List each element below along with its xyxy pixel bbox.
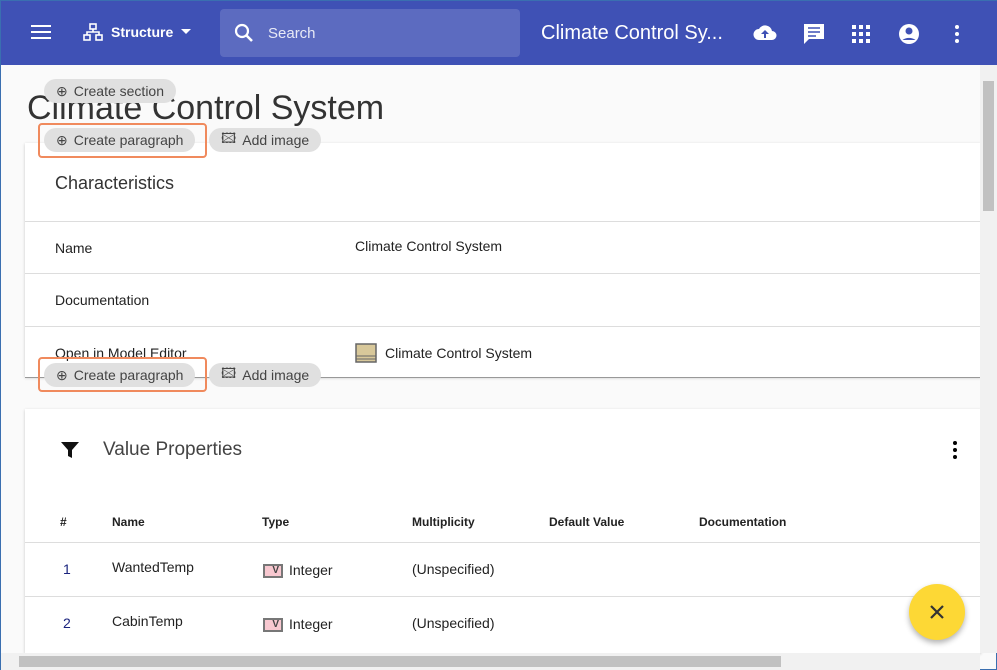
create-paragraph-label: Create paragraph	[73, 132, 184, 148]
property-type[interactable]: V Integer	[263, 616, 333, 633]
scrollbar-thumb[interactable]	[19, 656, 781, 667]
add-image-button[interactable]: 🖾 Add image	[209, 363, 322, 387]
multiplicity[interactable]: (Unspecified)	[412, 615, 494, 631]
row-label: Documentation	[55, 292, 150, 308]
cloud-upload-icon[interactable]	[753, 23, 777, 48]
apps-grid-icon[interactable]	[852, 25, 870, 48]
structure-icon	[83, 23, 103, 41]
chevron-down-icon	[181, 29, 192, 34]
close-icon	[930, 605, 944, 619]
view-selector[interactable]: Structure	[83, 23, 192, 41]
property-type[interactable]: V Integer	[263, 562, 333, 579]
create-section-label: Create section	[73, 83, 165, 99]
app-header: Structure Search Climate Control Sy...	[1, 1, 997, 65]
close-fab[interactable]	[909, 584, 965, 640]
column-header[interactable]: Documentation	[699, 515, 786, 529]
filter-icon[interactable]	[61, 441, 79, 459]
column-header[interactable]: Name	[112, 515, 145, 529]
column-header[interactable]: Multiplicity	[412, 515, 475, 529]
search-placeholder: Search	[268, 25, 316, 42]
add-image-label: Add image	[242, 367, 310, 383]
multiplicity[interactable]: (Unspecified)	[412, 561, 494, 577]
column-header[interactable]: #	[60, 515, 67, 529]
document-title: Climate Control Sy...	[541, 22, 723, 44]
model-editor-link[interactable]: Climate Control System	[355, 343, 532, 363]
block-icon	[355, 343, 377, 363]
characteristics-title: Characteristics	[55, 173, 175, 193]
create-paragraph-button[interactable]: ⊕ Create paragraph	[44, 128, 196, 152]
add-image-button[interactable]: 🖾 Add image	[209, 128, 322, 152]
account-icon[interactable]	[898, 23, 920, 50]
row-label: Name	[55, 240, 93, 256]
add-image-icon: 🖾	[221, 130, 237, 146]
vertical-scrollbar[interactable]	[980, 65, 997, 653]
add-image-label: Add image	[242, 132, 310, 148]
characteristics-card: Characteristics Name Climate Control Sys…	[25, 143, 981, 377]
add-circle-icon: ⊕	[56, 131, 68, 148]
char-row-documentation: Documentation	[25, 273, 981, 326]
value-type-icon: V	[263, 564, 283, 579]
column-header[interactable]: Type	[262, 515, 289, 529]
type-label: Integer	[289, 616, 333, 632]
search-input[interactable]: Search	[220, 9, 520, 57]
menu-icon[interactable]	[31, 23, 53, 46]
create-paragraph-button[interactable]: ⊕ Create paragraph	[44, 363, 196, 387]
property-name[interactable]: CabinTemp	[112, 613, 183, 629]
type-label: Integer	[289, 562, 333, 578]
row-number: 1	[63, 561, 71, 577]
row-value: Climate Control System	[355, 238, 503, 254]
value-properties-title: Value Properties	[103, 439, 243, 460]
search-icon	[234, 23, 253, 42]
model-editor-label: Climate Control System	[385, 345, 533, 361]
scrollbar-thumb[interactable]	[983, 81, 994, 211]
row-number: 2	[63, 615, 71, 631]
create-paragraph-label: Create paragraph	[73, 367, 184, 383]
property-name[interactable]: WantedTemp	[112, 559, 194, 575]
add-circle-icon: ⊕	[56, 366, 68, 383]
add-image-icon: 🖾	[221, 365, 237, 381]
create-section-button[interactable]: ⊕ Create section	[44, 79, 177, 103]
column-header[interactable]: Default Value	[549, 515, 624, 529]
value-type-icon: V	[263, 618, 283, 633]
more-vert-icon[interactable]	[954, 25, 960, 48]
comment-icon[interactable]	[803, 23, 825, 50]
view-label: Structure	[111, 24, 174, 40]
char-row-name: Name Climate Control System	[25, 221, 981, 273]
more-vert-icon[interactable]	[952, 441, 958, 459]
horizontal-scrollbar[interactable]	[1, 653, 980, 670]
add-circle-icon: ⊕	[56, 82, 68, 99]
